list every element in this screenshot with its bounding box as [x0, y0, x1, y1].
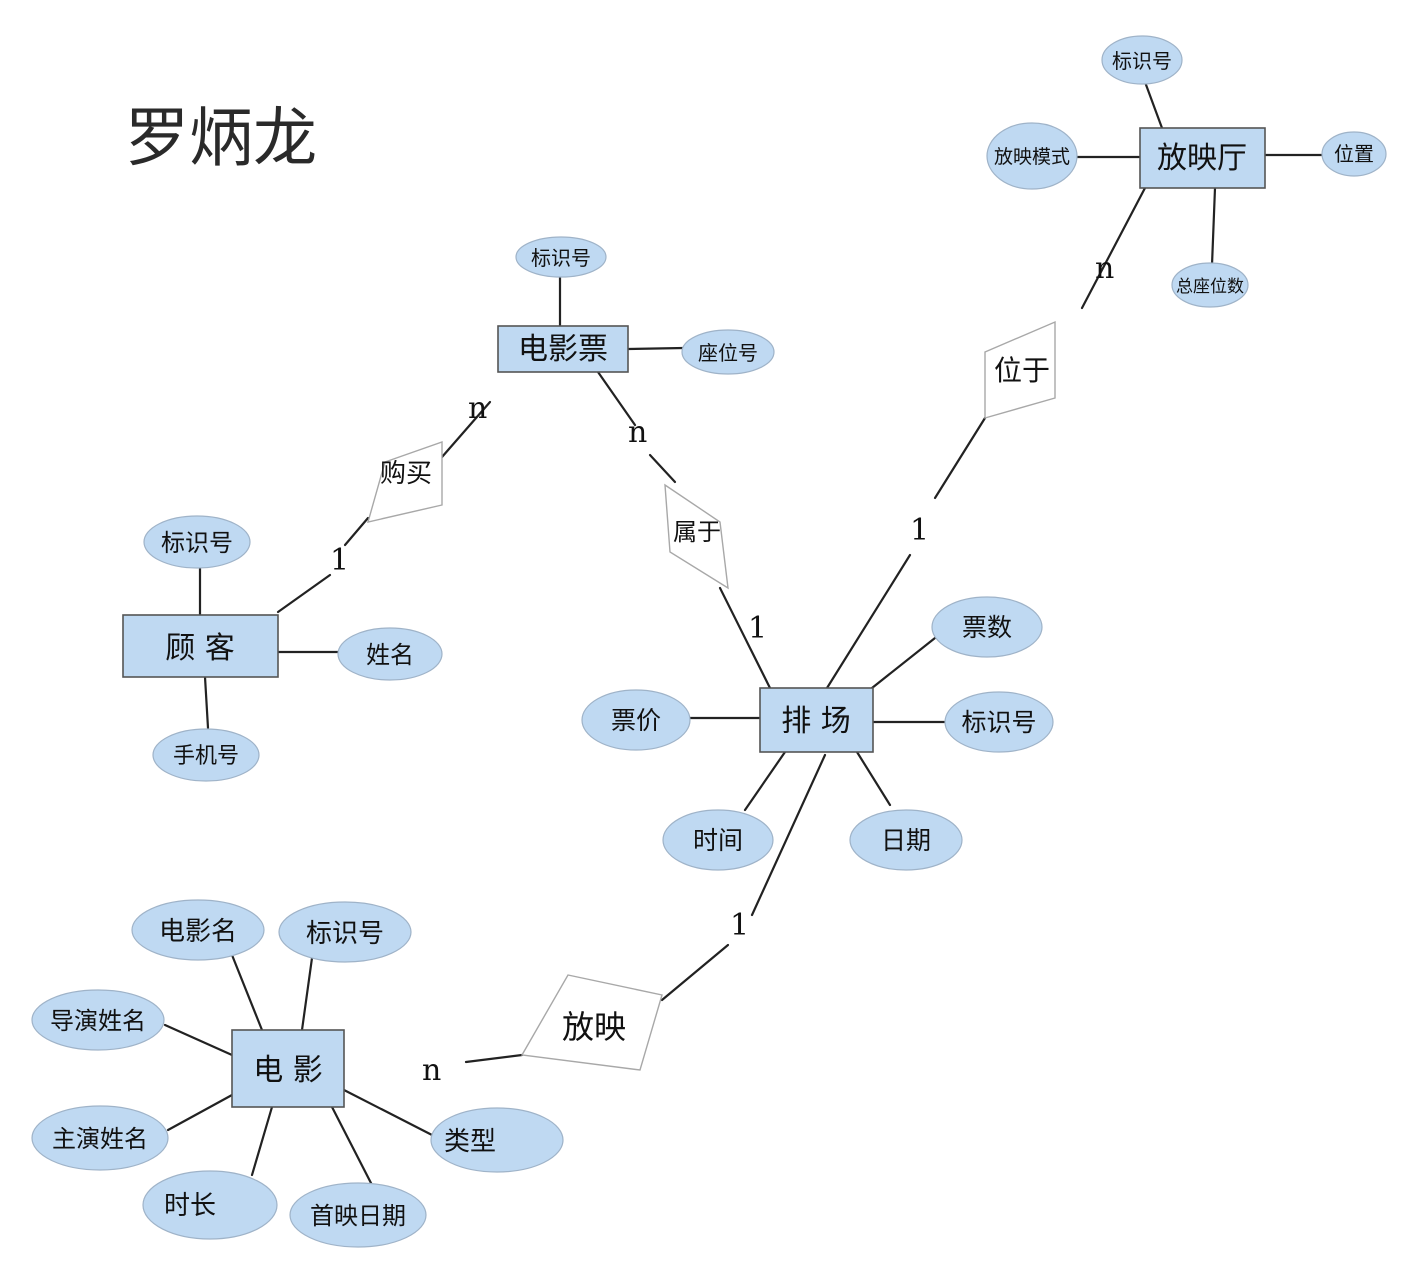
entity-movie: 电 影	[231, 1029, 345, 1108]
attr-hall-mode: 放映模式	[986, 122, 1078, 190]
attr-ticket-id: 标识号	[515, 236, 607, 278]
relationship-belong-label: 属于	[673, 518, 721, 546]
svg-text:放映模式: 放映模式	[994, 146, 1070, 168]
card-show-movie: n	[422, 1053, 441, 1088]
attr-schedule-id: 标识号	[944, 691, 1054, 753]
card-buy-customer: 1	[330, 543, 349, 578]
attr-customer-id: 标识号	[143, 515, 251, 569]
attr-ticket-seat: 座位号	[681, 329, 775, 375]
svg-text:标识号: 标识号	[306, 919, 384, 949]
svg-text:时间: 时间	[693, 826, 743, 855]
author-name: 罗炳龙	[125, 102, 317, 176]
card-in-hall: n	[1095, 251, 1114, 286]
entity-schedule-label: 排 场	[781, 704, 851, 739]
attr-schedule-price: 票价	[581, 689, 691, 751]
svg-text:手机号: 手机号	[173, 744, 239, 769]
svg-text:标识号: 标识号	[1112, 49, 1172, 73]
svg-text:类型: 类型	[444, 1127, 496, 1157]
entity-customer: 顾 客	[122, 614, 279, 678]
entity-ticket: 电影票	[497, 325, 629, 373]
entity-ticket-label: 电影票	[518, 332, 608, 367]
card-show-schedule: 1	[730, 908, 749, 943]
svg-text:标识号: 标识号	[531, 246, 591, 270]
card-belong-schedule: 1	[748, 611, 767, 646]
entity-hall-label: 放映厅	[1157, 141, 1247, 176]
relationship-belong: 属于	[664, 483, 729, 590]
attr-schedule-count: 票数	[931, 596, 1043, 658]
attr-movie-type: 类型	[430, 1107, 564, 1173]
attr-hall-location: 位置	[1321, 131, 1387, 177]
svg-text:首映日期: 首映日期	[310, 1202, 406, 1230]
attr-movie-premiere: 首映日期	[289, 1182, 427, 1248]
entity-customer-label: 顾 客	[165, 631, 235, 666]
svg-text:主演姓名: 主演姓名	[52, 1125, 148, 1153]
attr-schedule-time: 时间	[662, 809, 774, 871]
relationship-buy: 购买	[367, 441, 443, 523]
svg-text:时长: 时长	[164, 1191, 216, 1221]
entity-schedule: 排 场	[759, 687, 874, 753]
card-buy-ticket: n	[468, 391, 487, 426]
svg-text:票价: 票价	[611, 706, 661, 735]
attr-movie-name: 电影名	[131, 899, 265, 961]
attr-movie-id: 标识号	[278, 901, 412, 963]
svg-text:座位号: 座位号	[698, 341, 758, 365]
attr-customer-name: 姓名	[337, 627, 443, 681]
attr-hall-id: 标识号	[1101, 35, 1183, 85]
svg-text:票数: 票数	[962, 613, 1012, 642]
relationship-in: 位于	[984, 320, 1056, 419]
attr-movie-duration: 时长	[142, 1170, 278, 1240]
card-in-schedule: 1	[910, 513, 929, 548]
svg-text:标识号: 标识号	[161, 529, 233, 557]
entity-hall: 放映厅	[1139, 127, 1266, 189]
svg-text:标识号: 标识号	[961, 708, 1036, 737]
relationship-show: 放映	[520, 974, 663, 1071]
attr-movie-director: 导演姓名	[31, 989, 165, 1051]
svg-text:导演姓名: 导演姓名	[50, 1007, 146, 1035]
svg-text:位置: 位置	[1334, 142, 1374, 166]
svg-text:总座位数: 总座位数	[1176, 277, 1244, 297]
connector-lines	[163, 80, 1324, 1187]
attr-customer-phone: 手机号	[152, 728, 260, 782]
attr-hall-seats: 总座位数	[1171, 262, 1249, 308]
entity-movie-label: 电 影	[253, 1053, 323, 1088]
card-belong-ticket: n	[628, 415, 647, 450]
attr-movie-actor: 主演姓名	[31, 1105, 169, 1171]
relationship-in-label: 位于	[994, 354, 1050, 387]
attr-schedule-date: 日期	[849, 809, 963, 871]
er-diagram: 罗炳龙 n 1 n 1 n 1 1 n 购买 属于 位于 放映 顾 客 电影票 …	[31, 35, 1387, 1248]
svg-text:姓名: 姓名	[366, 641, 414, 669]
svg-text:日期: 日期	[881, 826, 931, 855]
relationship-buy-label: 购买	[380, 459, 432, 489]
relationship-show-label: 放映	[562, 1008, 626, 1046]
svg-text:电影名: 电影名	[159, 917, 237, 947]
